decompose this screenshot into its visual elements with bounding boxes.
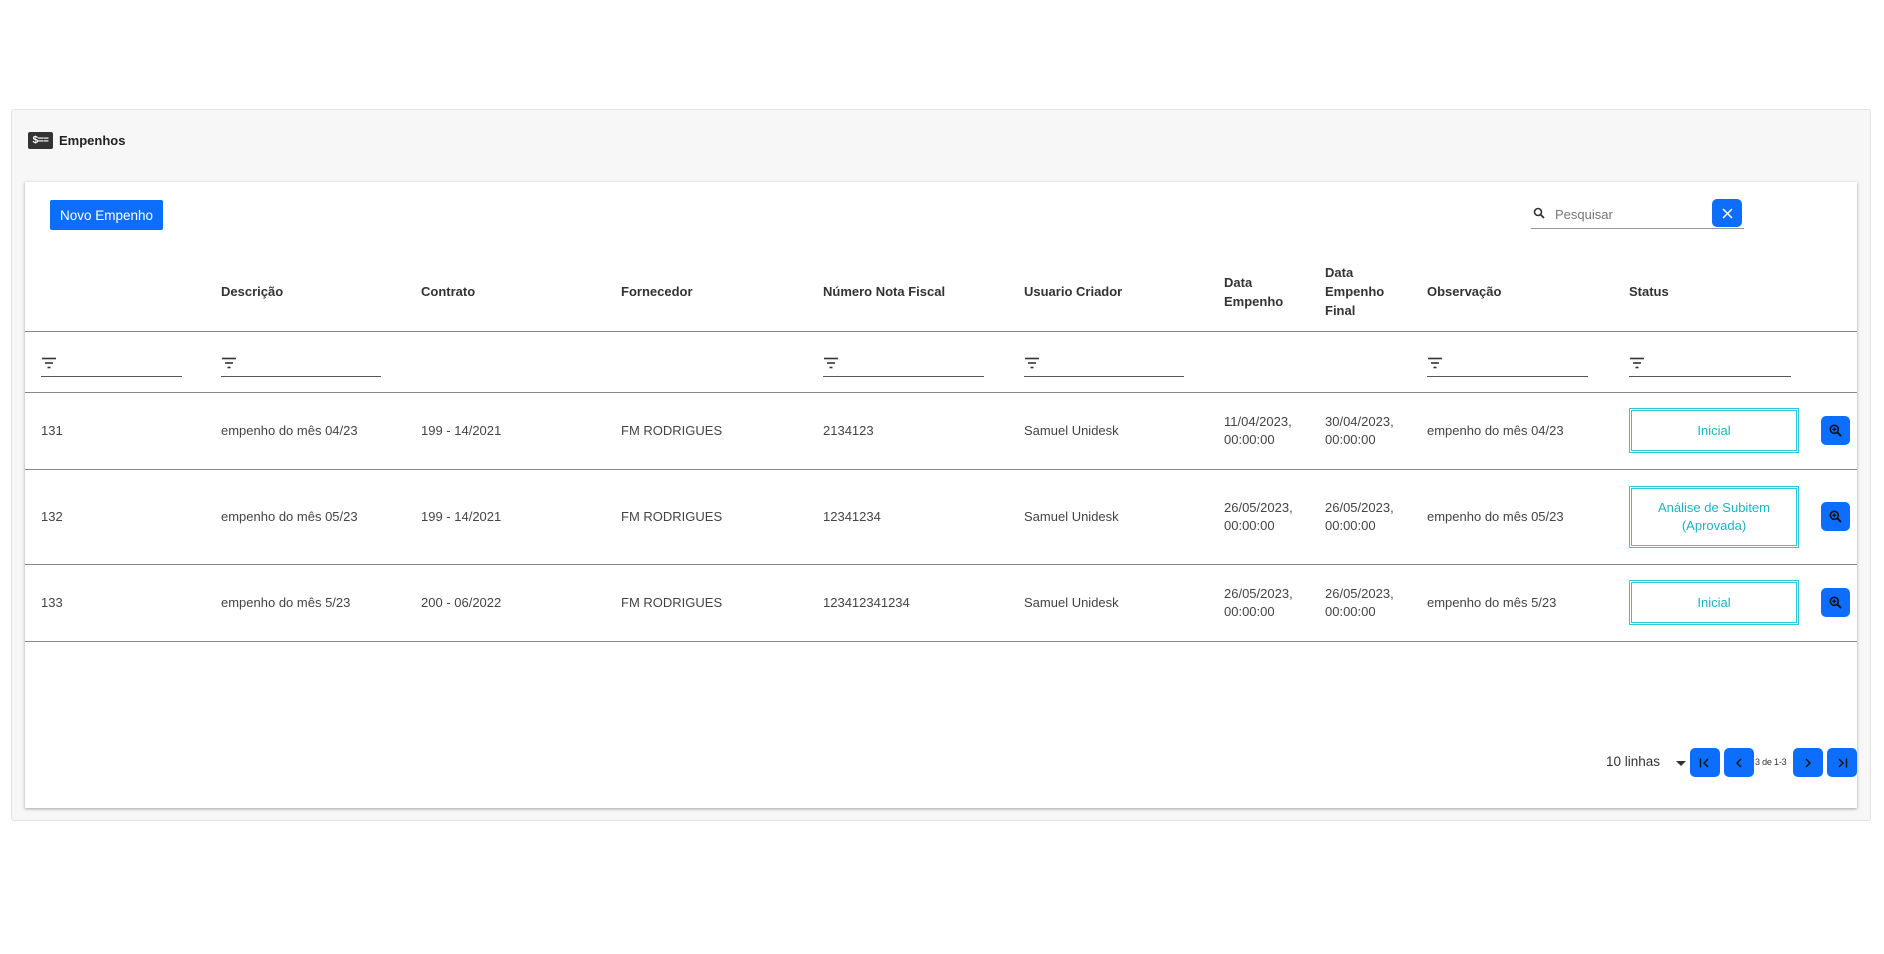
- search-input[interactable]: [1553, 203, 1707, 225]
- cell-data-empenho: 26/05/2023, 00:00:00: [1224, 500, 1293, 533]
- cell-id: 131: [41, 423, 63, 438]
- column-header-contrato[interactable]: Contrato: [421, 252, 571, 331]
- filter-descricao[interactable]: [221, 354, 381, 377]
- status-badge: Análise de Subitem (Aprovada): [1629, 486, 1799, 548]
- cell-contrato: 199 - 14/2021: [421, 423, 502, 438]
- filter-usuario[interactable]: [1024, 354, 1184, 377]
- clear-search-button[interactable]: [1712, 199, 1742, 227]
- cell-data-final: 26/05/2023, 00:00:00: [1325, 500, 1394, 533]
- filter-nota-fiscal[interactable]: [823, 354, 984, 377]
- column-header-status[interactable]: Status: [1629, 252, 1779, 331]
- zoom-in-icon: [1829, 596, 1842, 609]
- view-details-button[interactable]: [1821, 502, 1850, 531]
- cell-descricao: empenho do mês 04/23: [221, 423, 358, 438]
- view-details-button[interactable]: [1821, 588, 1850, 617]
- cell-id: 132: [41, 509, 63, 524]
- cell-descricao: empenho do mês 05/23: [221, 509, 358, 524]
- table-row[interactable]: 132 empenho do mês 05/23 199 - 14/2021 F…: [25, 470, 1857, 565]
- cell-usuario: Samuel Unidesk: [1024, 595, 1119, 610]
- table-header: Descrição Contrato Fornecedor Número Not…: [25, 252, 1857, 332]
- filter-icon: [222, 357, 236, 369]
- column-header-data-empenho[interactable]: Data Empenho: [1224, 252, 1286, 331]
- filter-icon: [1428, 357, 1442, 369]
- filter-id[interactable]: [41, 354, 182, 377]
- table-row[interactable]: 131 empenho do mês 04/23 199 - 14/2021 F…: [25, 393, 1857, 470]
- next-page-button[interactable]: [1793, 748, 1823, 777]
- cell-usuario: Samuel Unidesk: [1024, 423, 1119, 438]
- first-page-button[interactable]: [1690, 748, 1720, 777]
- new-empenho-button[interactable]: Novo Empenho: [50, 200, 164, 230]
- cell-id: 133: [41, 595, 63, 610]
- cell-usuario: Samuel Unidesk: [1024, 509, 1119, 524]
- rows-per-page-select[interactable]: 10 linhas: [1606, 754, 1660, 769]
- status-badge: Inicial: [1629, 408, 1799, 453]
- column-header-descricao[interactable]: Descrição: [221, 252, 371, 331]
- cell-descricao: empenho do mês 5/23: [221, 595, 351, 610]
- zoom-in-icon: [1829, 424, 1842, 437]
- column-header-usuario[interactable]: Usuario Criador: [1024, 252, 1184, 331]
- status-badge: Inicial: [1629, 580, 1799, 625]
- money-list-icon: $==: [28, 132, 53, 149]
- chevron-left-icon: [1736, 758, 1742, 767]
- column-header-data-final[interactable]: Data Empenho Final: [1325, 252, 1387, 331]
- filter-icon: [42, 357, 56, 369]
- filter-status[interactable]: [1629, 354, 1791, 377]
- empenhos-panel: $== Empenhos Novo Empenho Descrição Cont…: [11, 109, 1871, 821]
- pagination-range: 3 de 1-3: [1755, 757, 1787, 767]
- cell-nota-fiscal: 12341234: [823, 509, 881, 524]
- cell-nota-fiscal: 123412341234: [823, 595, 910, 610]
- caret-down-icon[interactable]: [1676, 761, 1686, 766]
- cell-fornecedor: FM RODRIGUES: [621, 595, 723, 610]
- column-header-observacao[interactable]: Observação: [1427, 252, 1577, 331]
- cell-fornecedor: FM RODRIGUES: [621, 509, 723, 524]
- column-header-nota-fiscal[interactable]: Número Nota Fiscal: [823, 252, 993, 331]
- close-icon: [1721, 207, 1733, 219]
- cell-data-final: 30/04/2023, 00:00:00: [1325, 414, 1394, 447]
- zoom-in-icon: [1829, 510, 1842, 523]
- cell-contrato: 199 - 14/2021: [421, 509, 502, 524]
- first-page-icon: [1699, 758, 1709, 767]
- cell-nota-fiscal: 2134123: [823, 423, 874, 438]
- cell-data-empenho: 11/04/2023, 00:00:00: [1224, 414, 1292, 447]
- cell-fornecedor: FM RODRIGUES: [621, 423, 723, 438]
- cell-data-empenho: 26/05/2023, 00:00:00: [1224, 586, 1293, 619]
- column-header-fornecedor[interactable]: Fornecedor: [621, 252, 771, 331]
- last-page-button[interactable]: [1827, 748, 1857, 777]
- filter-observacao[interactable]: [1427, 354, 1588, 377]
- last-page-icon: [1838, 758, 1848, 767]
- filter-icon: [1025, 357, 1039, 369]
- cell-observacao: empenho do mês 5/23: [1427, 595, 1557, 610]
- panel-header: $== Empenhos: [28, 132, 125, 149]
- cell-observacao: empenho do mês 04/23: [1427, 423, 1564, 438]
- chevron-right-icon: [1805, 758, 1811, 767]
- cell-contrato: 200 - 06/2022: [421, 595, 502, 610]
- filter-icon: [824, 357, 838, 369]
- search-icon: [1533, 207, 1545, 219]
- filter-row: [25, 332, 1857, 393]
- table-row[interactable]: 133 empenho do mês 5/23 200 - 06/2022 FM…: [25, 565, 1857, 642]
- view-details-button[interactable]: [1821, 416, 1850, 445]
- cell-data-final: 26/05/2023, 00:00:00: [1325, 586, 1394, 619]
- previous-page-button[interactable]: [1724, 748, 1754, 777]
- filter-icon: [1630, 357, 1644, 369]
- table-card: Novo Empenho Descrição Contrato Forneced…: [25, 182, 1857, 808]
- page-title: Empenhos: [59, 133, 126, 148]
- cell-observacao: empenho do mês 05/23: [1427, 509, 1564, 524]
